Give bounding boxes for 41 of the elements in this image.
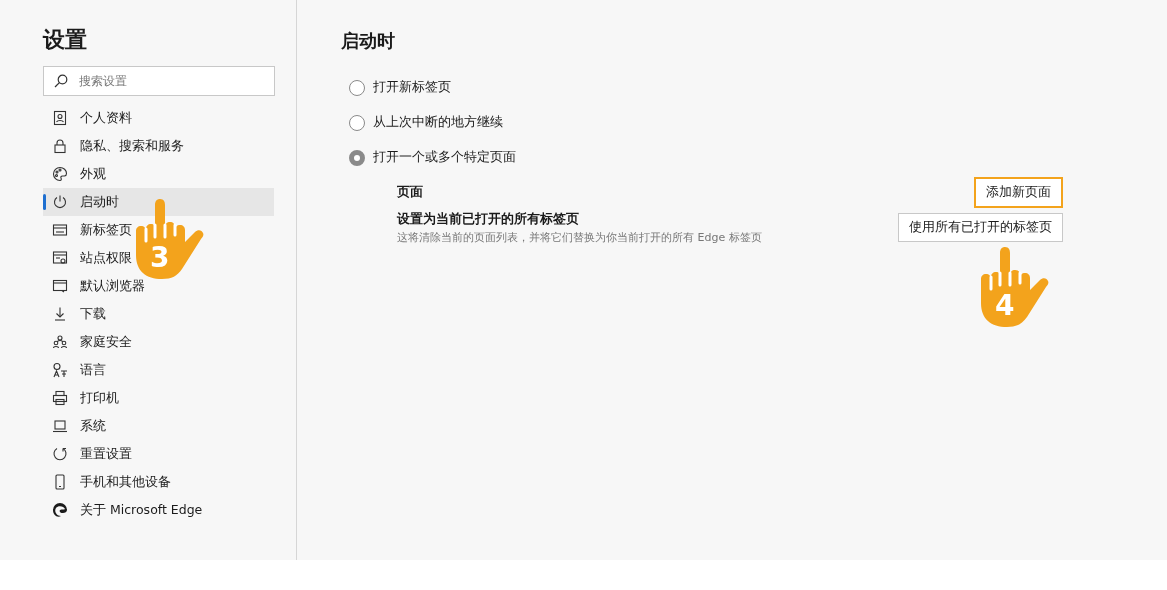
radio-label: 从上次中断的地方继续 xyxy=(373,114,503,131)
radio-button[interactable] xyxy=(349,114,365,131)
lock-icon xyxy=(52,138,68,154)
sidebar-item[interactable]: 打印机 xyxy=(43,384,127,412)
radio-button[interactable] xyxy=(349,149,365,166)
sidebar-item[interactable]: 站点权限 xyxy=(43,244,140,272)
section-title: 启动时 xyxy=(341,29,396,53)
search-field[interactable]: 搜索设置 xyxy=(43,66,275,96)
radio-button[interactable] xyxy=(349,79,365,96)
row-title: 页面 xyxy=(397,184,423,201)
step-number: 3 xyxy=(150,243,170,273)
sidebar-item[interactable]: 启动时 xyxy=(43,188,274,216)
family-icon xyxy=(52,334,68,350)
sidebar-item[interactable]: 家庭安全 xyxy=(43,328,140,356)
sidebar-item[interactable]: 语言 xyxy=(43,356,114,384)
row-title: 设置为当前已打开的所有标签页 xyxy=(397,210,580,228)
sidebar-item[interactable]: 外观 xyxy=(43,160,114,188)
power-icon xyxy=(52,194,68,210)
sidebar-item[interactable]: 新标签页 xyxy=(43,216,140,244)
row-description: 这将清除当前的页面列表，并将它们替换为你当前打开的所有 Edge 标签页 xyxy=(397,229,762,245)
download-icon xyxy=(52,306,68,322)
sidebar-item[interactable]: 关于 Microsoft Edge xyxy=(43,496,211,524)
sidebar-item[interactable]: 重置设置 xyxy=(43,440,140,468)
phone-icon xyxy=(52,474,68,490)
profile-icon xyxy=(52,110,68,126)
sidebar-item[interactable]: 手机和其他设备 xyxy=(43,468,179,496)
sidebar-item[interactable]: 默认浏览器 xyxy=(43,272,153,300)
sidebar-item[interactable]: 系统 xyxy=(43,412,114,440)
search-icon xyxy=(54,74,68,88)
sidebar-item[interactable]: 隐私、搜索和服务 xyxy=(43,132,192,160)
settings-title: 设置 xyxy=(43,26,88,54)
sidebar-item[interactable]: 下载 xyxy=(43,300,114,328)
palette-icon xyxy=(52,166,68,182)
action-button[interactable]: 添加新页面 xyxy=(974,177,1063,208)
sidebar-item[interactable]: 个人资料 xyxy=(43,104,140,132)
step-number: 4 xyxy=(995,291,1015,321)
printer-icon xyxy=(52,390,68,406)
reset-icon xyxy=(52,446,68,462)
radio-label: 打开一个或多个特定页面 xyxy=(373,149,516,166)
action-button[interactable]: 使用所有已打开的标签页 xyxy=(898,213,1063,242)
radio-label: 打开新标签页 xyxy=(373,79,451,96)
